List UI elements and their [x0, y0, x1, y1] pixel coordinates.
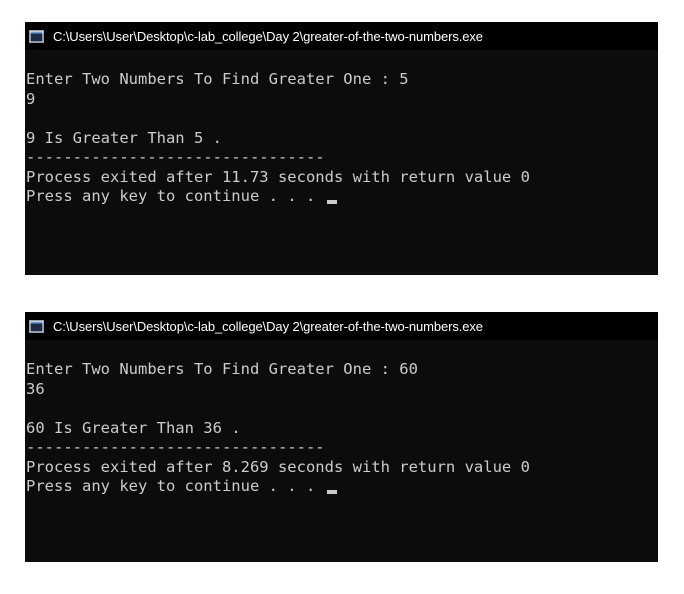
console-line: Process exited after 8.269 seconds with …: [26, 457, 530, 476]
console-line: --------------------------------: [26, 438, 325, 456]
window-title: C:\Users\User\Desktop\c-lab_college\Day …: [53, 318, 483, 334]
console-prompt-line: Press any key to continue . . .: [26, 187, 658, 207]
console-line: --------------------------------: [26, 148, 325, 166]
text-cursor: [326, 200, 337, 204]
console-output: Enter Two Numbers To Find Greater One : …: [25, 340, 658, 497]
console-line: Enter Two Numbers To Find Greater One : …: [26, 70, 409, 88]
console-window[interactable]: C:\Users\User\Desktop\c-lab_college\Day …: [25, 312, 658, 562]
console-line: Press any key to continue . . .: [26, 187, 325, 205]
console-window-icon: [29, 29, 44, 43]
console-line: 9: [26, 89, 36, 108]
console-line: Process exited after 11.73 seconds with …: [26, 167, 530, 186]
console-window[interactable]: C:\Users\User\Desktop\c-lab_college\Day …: [25, 22, 658, 275]
console-line: Enter Two Numbers To Find Greater One : …: [26, 360, 418, 378]
console-line: Press any key to continue . . .: [26, 477, 325, 495]
title-bar[interactable]: C:\Users\User\Desktop\c-lab_college\Day …: [25, 312, 658, 340]
console-line: 9 Is Greater Than 5 .: [26, 128, 222, 147]
console-line: 36: [26, 379, 45, 398]
console-prompt-line: Press any key to continue . . .: [26, 477, 658, 497]
text-cursor: [326, 490, 337, 494]
console-line: 60 Is Greater Than 36 .: [26, 418, 241, 437]
window-title: C:\Users\User\Desktop\c-lab_college\Day …: [53, 28, 483, 44]
console-output: Enter Two Numbers To Find Greater One : …: [25, 50, 658, 207]
console-window-icon: [29, 319, 44, 333]
title-bar[interactable]: C:\Users\User\Desktop\c-lab_college\Day …: [25, 22, 658, 50]
